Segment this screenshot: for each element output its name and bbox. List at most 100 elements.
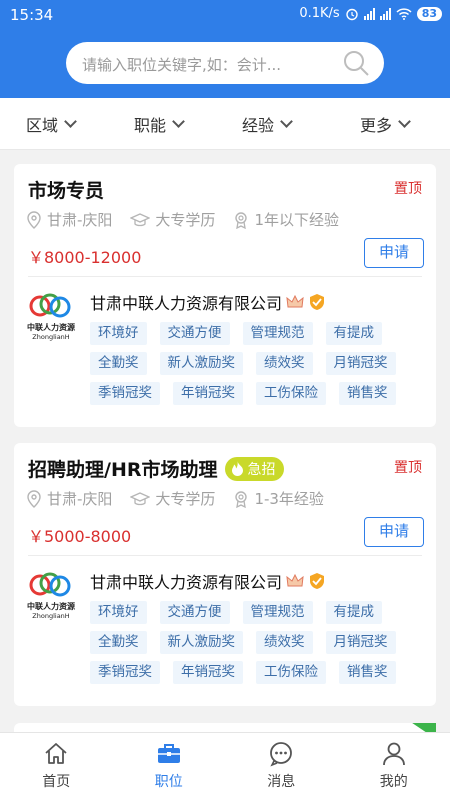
benefit-tag: 有提成 — [325, 601, 382, 624]
benefit-tags: 环境好 交通方便 管理规范 有提成 全勤奖 新人激励奖 绩效奖 月销冠奖 季销冠… — [90, 601, 410, 691]
filter-label: 经验 — [242, 116, 275, 135]
search-icon[interactable] — [342, 49, 370, 77]
chevron-down-icon — [64, 114, 77, 128]
user-icon — [382, 742, 405, 766]
network-speed: 0.1K/s — [299, 6, 340, 21]
benefit-tag: 年销冠奖 — [173, 661, 243, 684]
alarm-icon — [345, 8, 358, 20]
company-name[interactable]: 甘肃中联人力资源有限公司 — [90, 290, 326, 314]
status-bar: 15:34 0.1K/s 83 — [0, 0, 450, 30]
education-text: 大专学历 — [155, 211, 216, 229]
divider — [28, 276, 422, 277]
benefit-tag: 销售奖 — [339, 661, 396, 684]
experience-text: 1-3年经验 — [254, 490, 324, 508]
salary: ￥5000-8000 — [28, 527, 132, 546]
education-text: 大专学历 — [155, 490, 216, 508]
education: 大专学历 — [130, 488, 215, 509]
benefit-tag: 新人激励奖 — [159, 631, 243, 654]
location: 甘肃-庆阳 — [26, 488, 112, 509]
apply-button[interactable]: 申请 — [364, 517, 424, 547]
signal-icon-2 — [379, 7, 391, 20]
home-icon — [45, 743, 67, 764]
experience: 1-3年经验 — [233, 488, 324, 509]
nav-home[interactable]: 首页 — [0, 733, 113, 800]
company-name-text: 甘肃中联人力资源有限公司 — [90, 294, 283, 313]
experience-text: 1年以下经验 — [254, 211, 339, 229]
nav-profile[interactable]: 我的 — [338, 733, 450, 800]
benefit-tag: 全勤奖 — [90, 631, 147, 654]
job-meta: 甘肃-庆阳 大专学历 1年以下经验 — [26, 209, 357, 230]
crown-icon — [286, 294, 304, 308]
bottom-nav: 首页 职位 消息 我的 — [0, 732, 450, 800]
job-meta: 甘肃-庆阳 大专学历 1-3年经验 — [26, 488, 342, 509]
benefit-tag: 季销冠奖 — [90, 382, 160, 405]
experience: 1年以下经验 — [233, 209, 339, 230]
urgent-label: 急招 — [247, 461, 276, 478]
filter-experience[interactable]: 经验 — [242, 112, 293, 136]
fire-icon — [232, 461, 244, 476]
filter-more[interactable]: 更多 — [360, 112, 411, 136]
filter-label: 更多 — [360, 116, 393, 135]
chevron-down-icon — [398, 114, 411, 128]
apply-button[interactable]: 申请 — [364, 238, 424, 268]
divider — [28, 555, 422, 556]
job-card[interactable]: 招聘助理/HR市场助理 急招 置顶 甘肃-庆阳 大专学历 1-3年经验 ￥5000… — [14, 443, 436, 706]
job-card[interactable]: 市场专员 置顶 甘肃-庆阳 大专学历 1年以下经验 ￥8000-12000 申请… — [14, 164, 436, 427]
education: 大专学历 — [130, 209, 215, 230]
filter-function[interactable]: 职能 — [134, 112, 185, 136]
battery-icon: 83 — [416, 6, 442, 21]
verified-shield-icon — [310, 294, 325, 310]
status-time: 15:34 — [10, 6, 54, 24]
medal-icon — [235, 490, 248, 508]
nav-messages[interactable]: 消息 — [225, 733, 338, 800]
benefit-tag: 绩效奖 — [256, 352, 313, 375]
benefit-tag: 工伤保险 — [256, 661, 326, 684]
benefit-tag: 月销冠奖 — [325, 631, 396, 654]
job-title-text: 招聘助理/HR市场助理 — [28, 459, 218, 481]
benefit-tag: 交通方便 — [159, 601, 230, 624]
company-name[interactable]: 甘肃中联人力资源有限公司 — [90, 569, 326, 593]
status-indicators: 0.1K/s 83 — [299, 6, 442, 21]
logo-text: 中联人力资源 — [27, 322, 75, 332]
nav-label: 首页 — [42, 774, 71, 790]
search-placeholder: 请输入职位关键字,如：会计... — [82, 56, 282, 74]
location-text: 甘肃-庆阳 — [47, 211, 113, 229]
filter-label: 职能 — [134, 116, 167, 135]
benefit-tag: 销售奖 — [339, 382, 396, 405]
header: 15:34 0.1K/s 83 请输入职位关键字,如：会计... — [0, 0, 450, 98]
pinned-badge: 置顶 — [394, 181, 422, 197]
crown-icon — [286, 573, 304, 587]
filter-label: 区域 — [26, 116, 59, 135]
chevron-down-icon — [172, 114, 185, 128]
benefit-tag: 环境好 — [90, 601, 147, 624]
nav-label: 消息 — [267, 774, 296, 790]
urgent-badge: 急招 — [225, 456, 285, 481]
company-name-text: 甘肃中联人力资源有限公司 — [90, 573, 283, 592]
company-logo[interactable]: 中联人力资源 ZhonglianH — [26, 292, 76, 344]
company-logo[interactable]: 中联人力资源 ZhonglianH — [26, 571, 76, 623]
benefit-tag: 月销冠奖 — [325, 352, 396, 375]
logo-subtext: ZhonglianH — [32, 333, 70, 341]
benefit-tag: 新人激励奖 — [159, 352, 243, 375]
pinned-badge: 置顶 — [394, 460, 422, 476]
location: 甘肃-庆阳 — [26, 209, 112, 230]
job-title: 招聘助理/HR市场助理 急招 — [28, 455, 285, 483]
signal-icon — [363, 7, 375, 20]
benefit-tag: 全勤奖 — [90, 352, 147, 375]
benefit-tag: 绩效奖 — [256, 631, 313, 654]
location-pin-icon — [27, 210, 41, 229]
benefit-tag: 年销冠奖 — [173, 382, 243, 405]
graduation-cap-icon — [130, 212, 151, 226]
verified-shield-icon — [310, 573, 325, 589]
wifi-icon — [396, 7, 412, 20]
nav-jobs[interactable]: 职位 — [113, 733, 226, 800]
benefit-tag: 管理规范 — [242, 322, 313, 345]
search-input[interactable]: 请输入职位关键字,如：会计... — [66, 42, 384, 84]
medal-icon — [235, 211, 248, 229]
nav-label: 我的 — [379, 774, 408, 790]
location-pin-icon — [27, 489, 41, 508]
location-text: 甘肃-庆阳 — [47, 490, 113, 508]
job-title: 市场专员 — [28, 180, 105, 202]
filter-region[interactable]: 区域 — [26, 112, 77, 136]
logo-text: 中联人力资源 — [27, 601, 75, 611]
